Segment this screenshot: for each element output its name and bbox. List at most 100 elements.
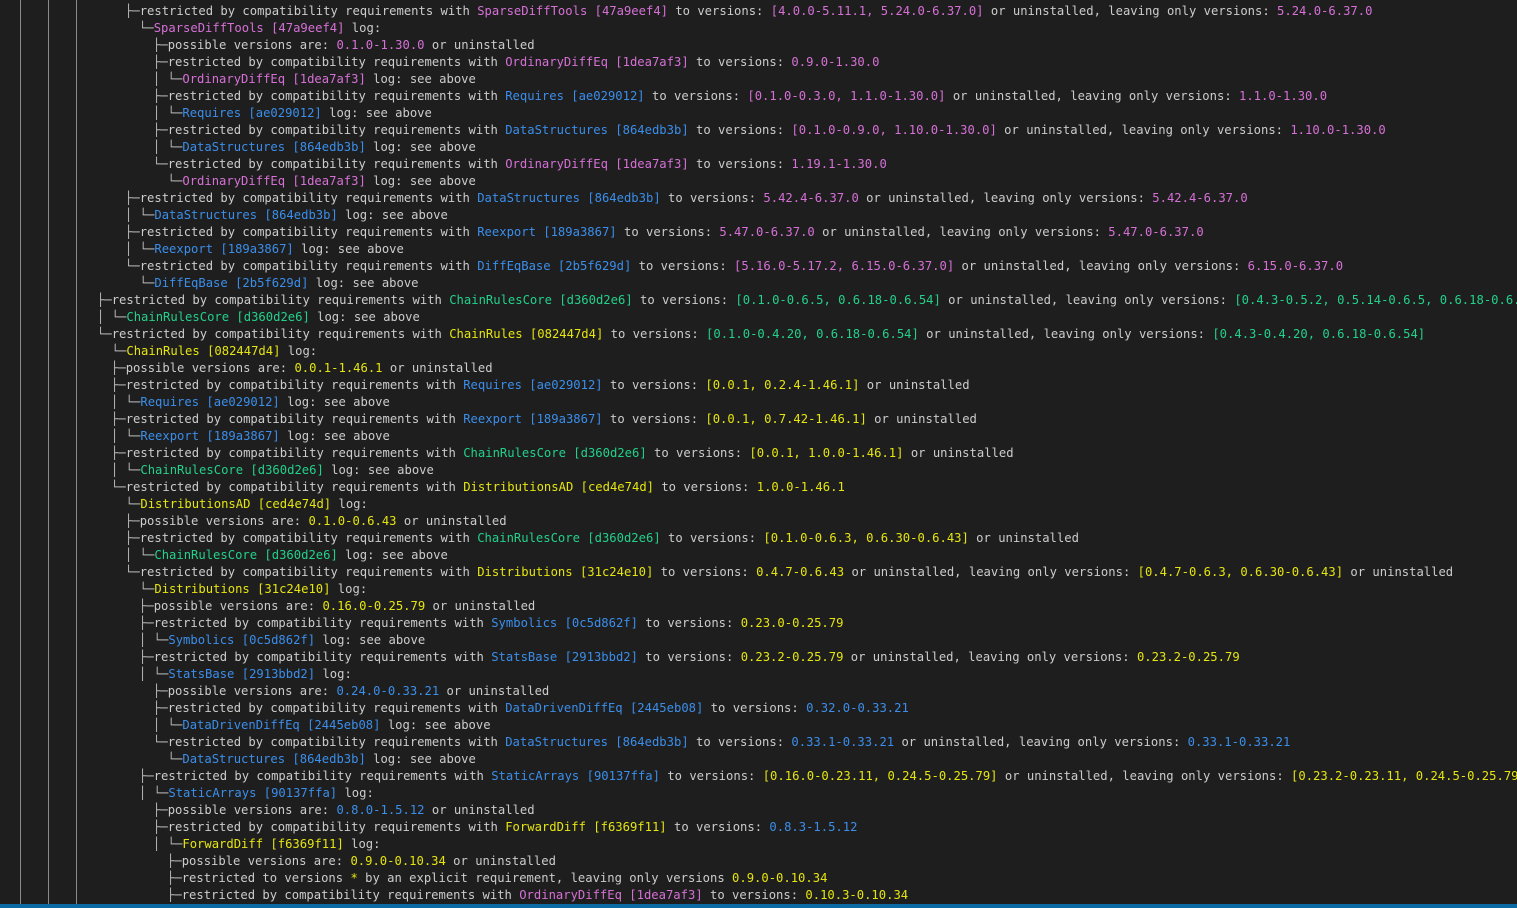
log-text-segment: Reexport [189a3867]	[154, 242, 294, 256]
log-line: ├─restricted by compatibility requiremen…	[139, 649, 1240, 666]
tree-branch-glyph: └─	[97, 327, 112, 341]
log-text-segment: to versions:	[637, 650, 741, 664]
log-text-segment: possible versions are:	[181, 854, 351, 868]
tree-branch-glyph: └─	[111, 497, 141, 511]
log-text-segment: 0.23.2-0.25.79	[740, 650, 844, 664]
tree-branch-glyph: ├─	[153, 684, 168, 698]
log-line: └─restricted by compatibility requiremen…	[153, 156, 887, 173]
log-text-segment: or uninstalled, leaving only versions:	[983, 4, 1278, 18]
log-text-segment: Requires [ae029012]	[140, 395, 280, 409]
log-text-segment: log: see above	[365, 752, 476, 766]
log-text-segment: or uninstalled	[866, 412, 977, 426]
tree-branch-glyph: ├─	[111, 378, 126, 392]
log-text-segment: StaticArrays [90137ffa]	[168, 786, 338, 800]
log-line: ├─possible versions are: 0.16.0-0.25.79 …	[139, 598, 535, 615]
log-text-segment: [0.4.3-0.4.20, 0.6.18-0.6.54]	[1212, 327, 1426, 341]
log-line: │ └─ForwardDiff [f6369f11] log:	[153, 836, 380, 853]
log-text-segment: 0.1.0-1.30.0	[336, 38, 425, 52]
log-line: │ └─OrdinaryDiffEq [1dea7af3] log: see a…	[153, 71, 476, 88]
log-text-segment: Distributions [31c24e10]	[477, 565, 654, 579]
log-text-segment: to versions:	[703, 701, 807, 715]
log-text-segment: to versions:	[616, 225, 720, 239]
log-text-segment: or uninstalled	[382, 361, 493, 375]
log-text-segment: 0.33.1-0.33.21	[1187, 735, 1291, 749]
log-line: ├─restricted by compatibility requiremen…	[97, 292, 1517, 309]
tree-branch-glyph: ├─	[125, 191, 140, 205]
log-line: │ └─Requires [ae029012] log: see above	[153, 105, 432, 122]
log-text-segment: or uninstalled, leaving only versions:	[894, 735, 1188, 749]
log-text-segment: DataStructures [864edb3b]	[505, 735, 689, 749]
log-text-segment: to versions:	[646, 446, 750, 460]
tree-guide-line	[76, 0, 77, 904]
log-line: ├─possible versions are: 0.9.0-0.10.34 o…	[167, 853, 556, 870]
log-text-segment: ChainRulesCore [d360d2e6]	[463, 446, 647, 460]
tree-branch-glyph: │ └─	[111, 395, 141, 409]
log-text-segment: 0.23.0-0.25.79	[740, 616, 844, 630]
log-line: └─OrdinaryDiffEq [1dea7af3] log: see abo…	[153, 173, 476, 190]
tree-guide-line	[20, 0, 21, 904]
log-line: │ └─ChainRulesCore [d360d2e6] log: see a…	[125, 547, 448, 564]
log-text-segment: 0.23.2-0.25.79	[1136, 650, 1240, 664]
log-text-segment: restricted by compatibility requirements…	[111, 293, 450, 307]
log-text-segment: log: see above	[279, 429, 390, 443]
log-text-segment: or uninstalled	[903, 446, 1014, 460]
log-line: └─DistributionsAD [ced4e74d] log:	[111, 496, 368, 513]
log-text-segment: ChainRules [082447d4]	[126, 344, 281, 358]
log-line: │ └─ChainRulesCore [d360d2e6] log: see a…	[97, 309, 420, 326]
log-line: └─restricted by compatibility requiremen…	[153, 734, 1290, 751]
log-text-segment: restricted by compatibility requirements…	[111, 327, 450, 341]
log-text-segment: restricted by compatibility requirements…	[167, 820, 506, 834]
log-text-segment: log:	[330, 582, 368, 596]
log-text-segment: log: see above	[321, 106, 432, 120]
log-text-segment: [0.1.0-0.3.0, 1.1.0-1.30.0]	[747, 89, 946, 103]
log-text-segment: Requires [ae029012]	[505, 89, 645, 103]
log-text-segment: DataStructures [864edb3b]	[182, 752, 366, 766]
log-text-segment: possible versions are:	[139, 514, 309, 528]
log-text-segment: [0.0.1, 0.2.4-1.46.1]	[705, 378, 860, 392]
log-text-segment: OrdinaryDiffEq [1dea7af3]	[519, 888, 703, 902]
log-text-segment: or uninstalled	[445, 854, 556, 868]
log-text-segment: [0.16.0-0.23.11, 0.24.5-0.25.79]	[762, 769, 998, 783]
tree-branch-glyph: ├─	[111, 361, 126, 375]
log-text-segment: to versions:	[654, 480, 757, 494]
log-line: ├─restricted by compatibility requiremen…	[111, 377, 970, 394]
tree-branch-glyph: │ └─	[125, 548, 155, 562]
log-text-segment: 1.19.1-1.30.0	[791, 157, 887, 171]
log-text-segment: 0.32.0-0.33.21	[806, 701, 909, 715]
tree-branch-glyph: └─	[97, 344, 127, 358]
log-line: │ └─StatsBase [2913bbd2] log:	[139, 666, 352, 683]
log-text-segment: 0.9.0-0.10.34	[732, 871, 828, 885]
log-text-segment: or uninstalled, leaving only versions:	[814, 225, 1109, 239]
log-line: ├─restricted by compatibility requiremen…	[139, 768, 1517, 785]
tree-branch-glyph: ├─	[111, 412, 126, 426]
log-text-segment: log: see above	[365, 72, 476, 86]
log-text-segment: DistributionsAD [ced4e74d]	[463, 480, 654, 494]
log-text-segment: 5.42.4-6.37.0	[763, 191, 859, 205]
tree-branch-glyph: │ └─	[139, 633, 169, 647]
log-text-segment: to versions:	[668, 4, 771, 18]
log-text-segment: [0.4.7-0.6.3, 0.6.30-0.6.43]	[1137, 565, 1344, 579]
log-line: │ └─Reexport [189a3867] log: see above	[111, 428, 390, 445]
log-text-segment: log:	[315, 667, 352, 681]
log-text-segment: 0.10.3-0.10.34	[805, 888, 909, 902]
log-text-segment: log: see above	[308, 276, 419, 290]
log-line: ├─restricted by compatibility requiremen…	[153, 819, 857, 836]
log-line: ├─restricted by compatibility requiremen…	[125, 190, 1248, 207]
log-line: │ └─Reexport [189a3867] log: see above	[125, 241, 404, 258]
log-text-segment: Symbolics [0c5d862f]	[491, 616, 638, 630]
tree-branch-glyph: ├─	[139, 650, 154, 664]
log-text-segment: ChainRulesCore [d360d2e6]	[140, 463, 324, 477]
log-text-segment: Symbolics [0c5d862f]	[168, 633, 316, 647]
tree-branch-glyph: └─	[125, 565, 140, 579]
tree-branch-glyph: ├─	[111, 446, 126, 460]
log-text-segment: or uninstalled	[425, 599, 536, 613]
log-text-segment: restricted by compatibility requirements…	[167, 701, 506, 715]
log-line: ├─restricted by compatibility requiremen…	[125, 530, 1079, 547]
log-text-segment: restricted by compatibility requirements…	[167, 157, 506, 171]
log-text-segment: DiffEqBase [2b5f629d]	[477, 259, 632, 273]
log-text-segment: or uninstalled	[424, 803, 535, 817]
log-line: └─restricted by compatibility requiremen…	[125, 564, 1453, 581]
log-text-segment: ChainRulesCore [d360d2e6]	[477, 531, 661, 545]
tree-branch-glyph: ├─	[167, 871, 182, 885]
tree-branch-glyph: └─	[153, 752, 183, 766]
